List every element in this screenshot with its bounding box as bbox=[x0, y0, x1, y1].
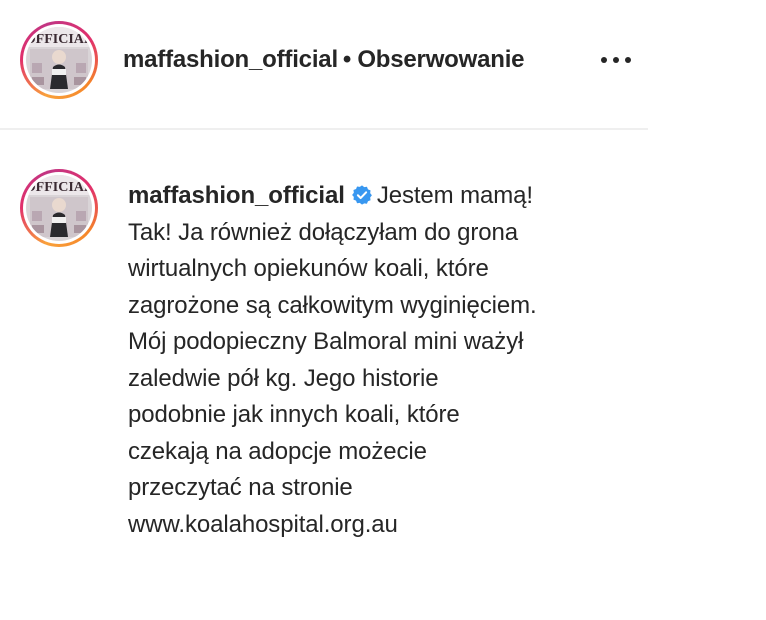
header-username[interactable]: maffashion_official bbox=[123, 46, 338, 74]
caption-text-line: czekają na adopcje możecie bbox=[128, 437, 427, 465]
caption-username[interactable]: maffashion_official bbox=[128, 182, 345, 209]
caption-text-line: przeczytać na stronie bbox=[128, 474, 353, 501]
profile-avatar[interactable]: OFFICIAL bbox=[20, 21, 98, 99]
caption-text-line: wirtualnych opiekunów koali, które bbox=[128, 255, 489, 282]
more-horizontal-icon bbox=[601, 57, 631, 63]
caption-text-line: Jestem mamą! bbox=[376, 182, 533, 209]
caption-text-line: Tak! Ja również dołączyłam do grona bbox=[128, 218, 519, 246]
caption-text-line: zagrożone są całkowitym wyginięciem. bbox=[128, 291, 537, 319]
avatar-image: OFFICIAL bbox=[26, 175, 92, 241]
caption-text-line: zaledwie pół kg. Jego historie bbox=[128, 364, 439, 392]
caption-link[interactable]: www.koalahospital.org.au bbox=[128, 507, 628, 544]
verified-badge-icon bbox=[351, 185, 372, 205]
more-options-button[interactable] bbox=[596, 48, 636, 72]
header-separator: • bbox=[342, 46, 352, 73]
svg-text:OFFICIAL: OFFICIAL bbox=[26, 32, 92, 47]
instagram-post-panel: OFFICIAL maffashion_official • Obserwowa… bbox=[0, 0, 766, 620]
following-button[interactable]: Obserwowanie bbox=[357, 46, 524, 74]
svg-text:OFFICIAL: OFFICIAL bbox=[26, 180, 92, 195]
header-line: maffashion_official • Obserwowanie bbox=[123, 44, 525, 76]
avatar-frame: OFFICIAL bbox=[23, 172, 95, 244]
post-caption: maffashion_official Jestem mamą! Tak! Ja… bbox=[128, 178, 628, 543]
caption-text-line: Mój podopieczny Balmoral mini ważył bbox=[128, 328, 524, 355]
avatar-frame: OFFICIAL bbox=[23, 24, 95, 96]
post-header: OFFICIAL maffashion_official • Obserwowa… bbox=[0, 0, 648, 130]
caption-avatar[interactable]: OFFICIAL bbox=[20, 169, 98, 247]
avatar-image: OFFICIAL bbox=[26, 27, 92, 93]
caption-text-line: podobnie jak innych koali, które bbox=[128, 401, 460, 428]
caption-first-line: maffashion_official Jestem mamą! bbox=[128, 178, 628, 215]
